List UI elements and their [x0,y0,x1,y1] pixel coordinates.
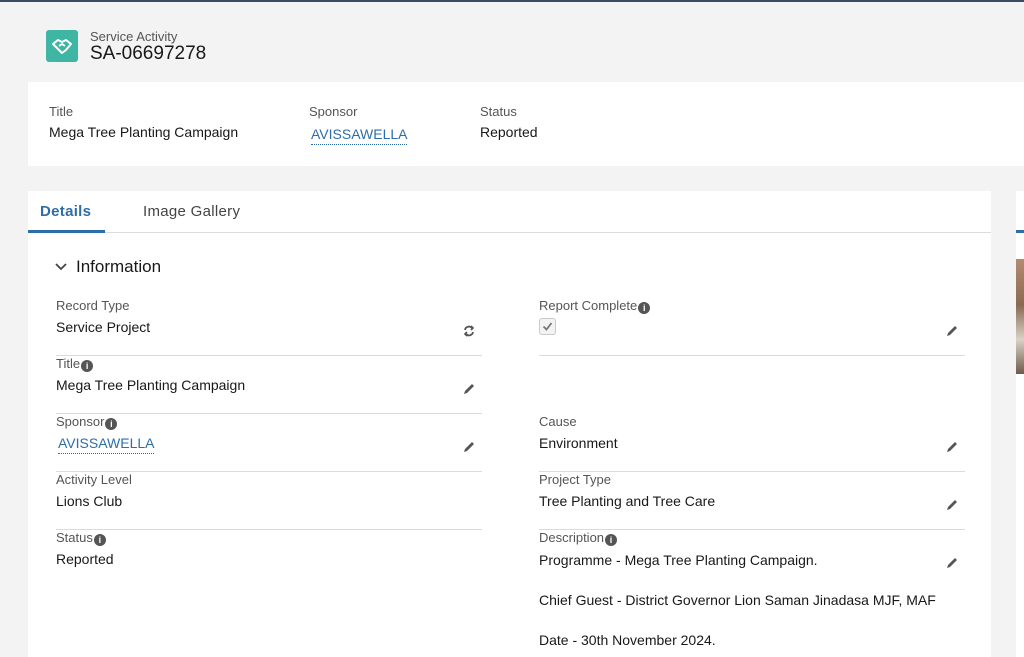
highlight-status: Status Reported [480,104,538,140]
field-sponsor: Sponsor i AVISSAWELLA [56,414,482,472]
field-activity-level: Activity Level Lions Club [56,472,482,530]
highlight-title-label: Title [49,104,74,119]
tab-bar: Details Image Gallery [28,191,991,233]
status-value: Reported [56,551,114,567]
side-tab-indicator [1016,230,1024,233]
details-card: Details Image Gallery Information Record… [28,191,991,657]
highlight-sponsor: Sponsor AVISSAWELLA [309,104,408,145]
field-cause: Cause Environment [539,414,965,472]
sponsor-link[interactable]: AVISSAWELLA [58,435,155,454]
highlight-status-label: Status [480,104,517,119]
side-image [1016,259,1024,374]
description-line: Chief Guest - District Governor Lion Sam… [539,592,936,608]
project-type-value: Tree Planting and Tree Care [539,493,716,509]
edit-pencil-icon[interactable] [945,498,959,512]
handshake-icon [46,30,78,62]
activity-level-value: Lions Club [56,493,123,509]
description-line: Programme - Mega Tree Planting Campaign. [539,552,818,568]
record-type-value: Service Project [56,319,151,335]
report-complete-checkbox[interactable] [539,318,556,335]
report-complete-label: Report Complete i [539,298,651,314]
field-project-type: Project Type Tree Planting and Tree Care [539,472,965,530]
field-description: Description i Programme - Mega Tree Plant… [539,530,965,657]
activity-level-label: Activity Level [56,472,132,487]
chevron-down-icon [55,263,67,271]
object-type-label: Service Activity [90,29,178,44]
edit-pencil-icon[interactable] [945,556,959,570]
description-line: Date - 30th November 2024. [539,632,716,648]
field-report-complete: Report Complete i [539,298,965,356]
info-icon[interactable]: i [638,302,651,314]
info-icon[interactable]: i [93,534,106,546]
record-name: SA-06697278 [90,43,207,64]
edit-pencil-icon[interactable] [945,440,959,454]
checkmark-icon [542,322,553,331]
project-type-label: Project Type [539,472,612,487]
cause-label: Cause [539,414,577,429]
field-status: Status i Reported [56,530,482,588]
highlight-sponsor-label: Sponsor [309,104,358,119]
side-panel-edge [1016,191,1024,657]
tab-details[interactable]: Details [40,203,91,220]
highlight-title-value: Mega Tree Planting Campaign [49,124,239,140]
field-record-type: Record Type Service Project [56,298,482,356]
description-value: Programme - Mega Tree Planting Campaign.… [539,540,936,657]
section-title: Information [76,257,162,276]
highlights-panel: Title Mega Tree Planting Campaign Sponso… [28,82,1024,166]
record-type-label: Record Type [56,298,130,313]
info-icon[interactable]: i [105,418,118,430]
highlight-title: Title Mega Tree Planting Campaign [49,104,238,140]
cause-value: Environment [539,435,618,451]
field-title: Title i Mega Tree Planting Campaign [56,356,482,414]
title-label: Title i [56,356,94,372]
status-label: Status i [56,530,106,546]
highlight-sponsor-link[interactable]: AVISSAWELLA [311,126,408,145]
edit-pencil-icon[interactable] [945,324,959,338]
edit-pencil-icon[interactable] [462,440,476,454]
edit-pencil-icon[interactable] [462,382,476,396]
change-record-type-icon[interactable] [462,324,476,338]
top-border [0,0,1024,2]
tab-image-gallery[interactable]: Image Gallery [143,203,240,220]
highlight-status-value: Reported [480,124,538,140]
title-value: Mega Tree Planting Campaign [56,377,246,393]
active-tab-indicator [28,230,105,233]
sponsor-label: Sponsor i [56,414,118,430]
info-icon[interactable]: i [81,360,94,372]
